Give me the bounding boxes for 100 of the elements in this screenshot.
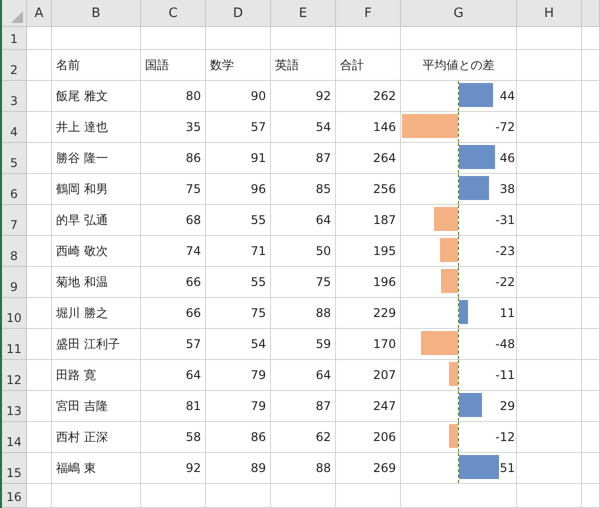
score-cell[interactable]: 88 xyxy=(271,453,336,484)
column-header[interactable]: H xyxy=(517,0,582,27)
total-cell[interactable]: 269 xyxy=(336,453,401,484)
name-cell[interactable]: 勝谷 隆一 xyxy=(52,143,141,174)
column-header[interactable]: F xyxy=(336,0,401,27)
score-cell[interactable]: 64 xyxy=(271,360,336,391)
empty-cell[interactable] xyxy=(517,329,582,360)
score-cell[interactable]: 55 xyxy=(206,205,271,236)
row-header[interactable]: 5 xyxy=(2,143,27,174)
score-cell[interactable]: 57 xyxy=(206,112,271,143)
total-cell[interactable]: 229 xyxy=(336,298,401,329)
score-cell[interactable]: 74 xyxy=(141,236,206,267)
empty-cell[interactable] xyxy=(27,174,52,205)
score-cell[interactable]: 86 xyxy=(141,143,206,174)
row-header[interactable]: 4 xyxy=(2,112,27,143)
column-heading[interactable]: 平均値との差 xyxy=(401,50,517,81)
score-cell[interactable]: 62 xyxy=(271,422,336,453)
total-cell[interactable]: 247 xyxy=(336,391,401,422)
empty-cell[interactable] xyxy=(27,81,52,112)
row-header[interactable]: 16 xyxy=(2,484,27,508)
row-header[interactable]: 13 xyxy=(2,391,27,422)
empty-cell[interactable] xyxy=(27,360,52,391)
name-cell[interactable]: 的早 弘通 xyxy=(52,205,141,236)
score-cell[interactable]: 50 xyxy=(271,236,336,267)
column-header[interactable]: D xyxy=(206,0,271,27)
total-cell[interactable]: 264 xyxy=(336,143,401,174)
total-cell[interactable]: 262 xyxy=(336,81,401,112)
empty-cell[interactable] xyxy=(517,391,582,422)
empty-cell[interactable] xyxy=(517,298,582,329)
score-cell[interactable]: 86 xyxy=(206,422,271,453)
row-header[interactable]: 7 xyxy=(2,205,27,236)
name-cell[interactable]: 福嶋 東 xyxy=(52,453,141,484)
name-cell[interactable]: 菊地 和温 xyxy=(52,267,141,298)
score-cell[interactable]: 57 xyxy=(141,329,206,360)
empty-cell[interactable] xyxy=(27,143,52,174)
score-cell[interactable]: 64 xyxy=(141,360,206,391)
score-cell[interactable]: 66 xyxy=(141,298,206,329)
empty-cell[interactable] xyxy=(582,329,600,360)
empty-cell[interactable] xyxy=(582,236,600,267)
column-heading[interactable]: 名前 xyxy=(52,50,141,81)
column-header[interactable]: G xyxy=(401,0,517,27)
column-heading[interactable]: 数学 xyxy=(206,50,271,81)
empty-cell[interactable] xyxy=(517,453,582,484)
row-header[interactable]: 15 xyxy=(2,453,27,484)
score-cell[interactable]: 66 xyxy=(141,267,206,298)
column-header[interactable]: B xyxy=(52,0,141,27)
score-cell[interactable]: 90 xyxy=(206,81,271,112)
column-heading[interactable]: 英語 xyxy=(271,50,336,81)
row-header[interactable]: 8 xyxy=(2,236,27,267)
empty-cell[interactable] xyxy=(27,267,52,298)
empty-cell[interactable] xyxy=(582,112,600,143)
column-header[interactable]: E xyxy=(271,0,336,27)
empty-cell[interactable] xyxy=(582,453,600,484)
empty-cell[interactable] xyxy=(27,236,52,267)
score-cell[interactable]: 80 xyxy=(141,81,206,112)
row-header[interactable]: 11 xyxy=(2,329,27,360)
score-cell[interactable]: 96 xyxy=(206,174,271,205)
row-header[interactable]: 12 xyxy=(2,360,27,391)
score-cell[interactable]: 35 xyxy=(141,112,206,143)
empty-cell[interactable] xyxy=(401,484,517,508)
empty-cell[interactable] xyxy=(27,329,52,360)
total-cell[interactable]: 170 xyxy=(336,329,401,360)
score-cell[interactable]: 75 xyxy=(206,298,271,329)
score-cell[interactable]: 54 xyxy=(206,329,271,360)
empty-cell[interactable] xyxy=(582,267,600,298)
empty-cell[interactable] xyxy=(582,50,600,81)
empty-cell[interactable] xyxy=(517,143,582,174)
column-heading[interactable]: 国語 xyxy=(141,50,206,81)
empty-cell[interactable] xyxy=(582,360,600,391)
empty-cell[interactable] xyxy=(141,27,206,50)
score-cell[interactable]: 87 xyxy=(271,391,336,422)
empty-cell[interactable] xyxy=(517,422,582,453)
empty-cell[interactable] xyxy=(517,81,582,112)
row-header[interactable]: 1 xyxy=(2,27,27,50)
score-cell[interactable]: 55 xyxy=(206,267,271,298)
score-cell[interactable]: 54 xyxy=(271,112,336,143)
row-header[interactable]: 9 xyxy=(2,267,27,298)
name-cell[interactable]: 田路 寛 xyxy=(52,360,141,391)
empty-cell[interactable] xyxy=(27,205,52,236)
row-header[interactable]: 14 xyxy=(2,422,27,453)
score-cell[interactable]: 79 xyxy=(206,360,271,391)
empty-cell[interactable] xyxy=(582,174,600,205)
total-cell[interactable]: 206 xyxy=(336,422,401,453)
total-cell[interactable]: 187 xyxy=(336,205,401,236)
empty-cell[interactable] xyxy=(27,50,52,81)
empty-cell[interactable] xyxy=(271,27,336,50)
total-cell[interactable]: 256 xyxy=(336,174,401,205)
score-cell[interactable]: 68 xyxy=(141,205,206,236)
empty-cell[interactable] xyxy=(206,27,271,50)
empty-cell[interactable] xyxy=(517,27,582,50)
empty-cell[interactable] xyxy=(582,391,600,422)
score-cell[interactable]: 71 xyxy=(206,236,271,267)
empty-cell[interactable] xyxy=(27,112,52,143)
empty-cell[interactable] xyxy=(27,422,52,453)
score-cell[interactable]: 92 xyxy=(271,81,336,112)
empty-cell[interactable] xyxy=(517,174,582,205)
empty-cell[interactable] xyxy=(141,484,206,508)
score-cell[interactable]: 79 xyxy=(206,391,271,422)
total-cell[interactable]: 196 xyxy=(336,267,401,298)
score-cell[interactable]: 88 xyxy=(271,298,336,329)
